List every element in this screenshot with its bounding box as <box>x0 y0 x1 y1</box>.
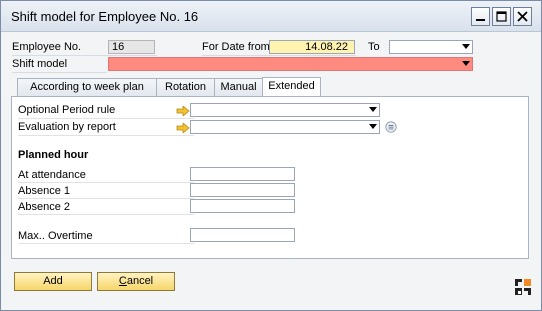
to-label: To <box>368 41 380 53</box>
evaluation-by-report-label: Evaluation by report <box>18 121 116 133</box>
list-icon[interactable] <box>385 121 397 133</box>
maximize-button[interactable] <box>492 7 511 26</box>
app-logo-icon <box>515 279 531 295</box>
row-divider <box>18 198 194 199</box>
cancel-button[interactable]: Cancel <box>97 272 175 291</box>
optional-period-rule-dropdown[interactable] <box>190 103 380 117</box>
tab-according-to-week-plan[interactable]: According to week plan <box>17 78 157 97</box>
to-date-dropdown[interactable] <box>389 40 473 54</box>
extended-tab-panel: Optional Period rule Evaluation by repor… <box>11 96 529 259</box>
cancel-label-rest: ancel <box>126 275 154 287</box>
evaluation-by-report-dropdown[interactable] <box>190 120 380 134</box>
link-arrow-icon[interactable] <box>176 123 190 133</box>
row-divider <box>12 55 157 56</box>
tab-extended[interactable]: Extended <box>262 77 321 97</box>
shift-model-dropdown[interactable] <box>108 57 473 71</box>
at-attendance-field[interactable] <box>190 167 295 181</box>
row-divider <box>12 72 107 73</box>
for-date-from-field[interactable]: 14.08.22 <box>269 40 355 54</box>
chevron-down-icon[interactable] <box>369 124 377 129</box>
max-overtime-label: Max.. Overtime <box>18 230 93 242</box>
chevron-down-icon[interactable] <box>462 44 470 49</box>
cancel-mnemonic: C <box>118 275 127 287</box>
window-title: Shift model for Employee No. 16 <box>11 9 199 24</box>
row-divider <box>18 214 194 215</box>
chevron-down-icon[interactable] <box>369 107 377 112</box>
absence1-field[interactable] <box>190 183 295 197</box>
tab-rotation[interactable]: Rotation <box>156 78 215 97</box>
link-arrow-icon[interactable] <box>176 106 190 116</box>
optional-period-rule-label: Optional Period rule <box>18 104 116 116</box>
chevron-down-icon[interactable] <box>462 61 470 66</box>
row-divider <box>18 135 194 136</box>
minimize-icon <box>476 19 485 21</box>
maximize-icon <box>496 11 507 22</box>
at-attendance-label: At attendance <box>18 169 86 181</box>
absence2-field[interactable] <box>190 199 295 213</box>
minimize-button[interactable] <box>471 7 490 26</box>
shift-model-label: Shift model <box>12 58 68 70</box>
title-bar[interactable]: Shift model for Employee No. 16 <box>1 1 541 32</box>
tab-manual[interactable]: Manual <box>214 78 263 97</box>
row-divider <box>18 118 194 119</box>
row-divider <box>18 243 194 244</box>
shift-model-window: Shift model for Employee No. 16 Employee… <box>0 0 542 311</box>
employee-no-label: Employee No. <box>12 41 82 53</box>
close-button[interactable] <box>513 7 532 26</box>
employee-no-field[interactable]: 16 <box>108 40 155 54</box>
for-date-from-label: For Date from <box>202 41 270 53</box>
absence1-label: Absence 1 <box>18 185 70 197</box>
max-overtime-field[interactable] <box>190 228 295 242</box>
row-divider <box>18 182 194 183</box>
planned-hour-title: Planned hour <box>18 149 89 161</box>
add-button[interactable]: Add <box>14 272 92 291</box>
absence2-label: Absence 2 <box>18 201 70 213</box>
row-divider <box>202 55 356 56</box>
close-icon <box>517 11 528 22</box>
